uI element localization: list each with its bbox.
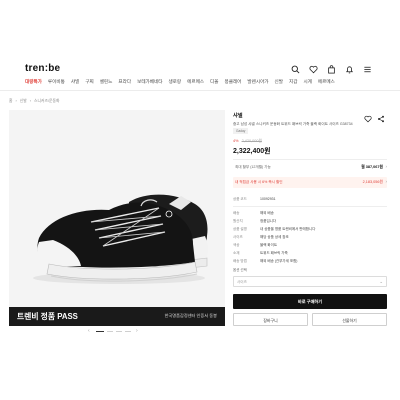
breadcrumb-item[interactable]: 홈	[9, 99, 13, 104]
points-label: 내 적립금 사용 시 6% 즉시 할인	[235, 180, 283, 184]
breadcrumb: 홈 › 신발 › 스니커즈/운동화	[9, 99, 60, 104]
original-price: 2,420,000원	[241, 139, 262, 143]
header-icons	[291, 65, 372, 74]
size-select-value: 사이즈	[237, 280, 247, 284]
brand-name[interactable]: 샤넬	[233, 112, 243, 119]
buy-now-label: 바로 구매하기	[297, 299, 323, 304]
price-discount: 4% 2,420,000원	[233, 139, 262, 144]
spec-key: 사이즈	[233, 235, 243, 239]
breadcrumb-item[interactable]: 신발	[20, 99, 27, 104]
nav-item[interactable]: 대량특가	[25, 79, 42, 85]
heart-icon[interactable]	[364, 110, 372, 123]
installment-label: 최대 할부 (12개월) 가능	[235, 165, 271, 169]
spec-row: 색상 블랙 화이트	[233, 243, 277, 248]
nav-item[interactable]: 에르메스	[318, 79, 335, 85]
spec-key: 상품 코드	[233, 197, 247, 201]
gift-label: 선물하기	[342, 318, 357, 323]
carousel-dot-active[interactable]	[96, 331, 104, 333]
category-nav: 대량특가 루이비통 샤넬 구찌 셀린느 프라다 보테가베네타 생로랑 에르메스 …	[25, 79, 335, 85]
search-icon[interactable]	[291, 65, 300, 74]
nav-item[interactable]: 시계	[303, 79, 311, 85]
product-title: 중고 남성 샤넬 스니커즈 운동화 트위드 패브릭 가죽 블랙 화이트 사이즈 …	[233, 122, 353, 126]
share-icon[interactable]	[377, 110, 385, 123]
spec-row: 상품 코드 10092931	[233, 197, 276, 202]
nav-item[interactable]: 프라다	[118, 79, 131, 85]
heart-icon[interactable]	[309, 65, 318, 74]
add-to-cart-button[interactable]: 장바구니	[233, 313, 308, 326]
spec-key: 상품 설명	[233, 227, 247, 231]
carousel-dot[interactable]	[107, 331, 113, 333]
points-row[interactable]: 내 적립금 사용 시 6% 즉시 할인 2,183,056원 ›	[233, 177, 387, 188]
banner-subtitle: 한국명품감정센터 인증서 동봉	[164, 313, 217, 318]
nav-item[interactable]: 지갑	[289, 79, 297, 85]
nav-item[interactable]: 디올	[210, 79, 218, 85]
installment-row[interactable]: 최대 할부 (12개월) 가능 월 387,067원 ›	[233, 162, 387, 173]
condition-badge: Gaday	[233, 128, 249, 134]
nav-item[interactable]: 몽클레어	[225, 79, 242, 85]
breadcrumb-item[interactable]: 스니커즈/운동화	[34, 99, 60, 104]
points-value: 2,183,056원	[362, 180, 383, 184]
nav-item[interactable]: 샤넬	[71, 79, 79, 85]
carousel-dot[interactable]	[125, 331, 131, 333]
chevron-down-icon: ⌄	[379, 279, 383, 284]
chevron-left-icon[interactable]: ‹	[88, 328, 90, 334]
spec-key: 색상	[233, 243, 240, 247]
size-select[interactable]: 사이즈 ⌄	[233, 276, 387, 287]
option-label: 옵션 선택	[233, 268, 247, 272]
product-image[interactable]	[9, 110, 225, 326]
spec-value: 트위드 패브릭 가죽	[260, 251, 288, 255]
cart-label: 장바구니	[263, 318, 278, 323]
spec-value: 블랙 화이트	[260, 243, 278, 247]
spec-row: 원산지 정품입니다	[233, 219, 276, 224]
bag-icon[interactable]	[327, 65, 336, 74]
spec-row: 배송 해외 배송	[233, 211, 274, 216]
nav-item[interactable]: 루이비통	[48, 79, 65, 85]
spec-row: 소재 트위드 패브릭 가죽	[233, 251, 288, 256]
spec-key: 배송	[233, 211, 240, 215]
nav-item[interactable]: 생로랑	[168, 79, 181, 85]
bell-icon[interactable]	[345, 65, 354, 74]
discount-rate: 4%	[233, 139, 239, 143]
nav-item[interactable]: 구찌	[85, 79, 93, 85]
spec-row: 상품 설명 내 상품을 명품 트렌비에서 판매합니다	[233, 227, 315, 232]
spec-row: 사이즈 해당 상품 상세 참조	[233, 235, 289, 240]
spec-key: 소재	[233, 251, 240, 255]
divider	[233, 159, 387, 160]
spec-row: 배송 방법 해외 배송 (관부가세 포함)	[233, 259, 297, 264]
spec-value: 해외 배송 (관부가세 포함)	[260, 259, 298, 263]
chevron-right-icon[interactable]: ›	[136, 328, 138, 334]
chevron-right-icon: ›	[385, 179, 387, 184]
spec-key: 원산지	[233, 219, 243, 223]
gift-button[interactable]: 선물하기	[312, 313, 387, 326]
chevron-right-icon: ›	[385, 164, 387, 169]
carousel-dot[interactable]	[116, 331, 122, 333]
nav-item[interactable]: 셀린느	[100, 79, 113, 85]
breadcrumb-separator: ›	[29, 99, 32, 103]
spec-value: 정품입니다	[260, 219, 277, 223]
divider	[233, 206, 387, 207]
nav-item[interactable]: 발렌시아가	[247, 79, 268, 85]
spec-value: 해당 상품 상세 참조	[260, 235, 289, 239]
nav-divider	[0, 90, 400, 91]
installment-value: 월 387,067원	[361, 165, 383, 169]
spec-value: 해외 배송	[260, 211, 274, 215]
nav-item[interactable]: 신발	[275, 79, 283, 85]
sneaker-illustration	[33, 194, 208, 284]
sale-price: 2,322,400원	[233, 148, 271, 155]
spec-key: 배송 방법	[233, 259, 247, 263]
authenticity-banner[interactable]: 트렌비 정품 PASS 한국명품감정센터 인증서 동봉	[9, 307, 225, 326]
site-logo[interactable]: tren:be	[25, 63, 60, 74]
nav-item[interactable]: 보테가베네타	[137, 79, 162, 85]
spec-value: 10092931	[260, 197, 276, 201]
menu-icon[interactable]	[363, 65, 372, 74]
carousel-indicator	[96, 331, 131, 333]
banner-title: 트렌비 정품 PASS	[17, 312, 78, 321]
spec-value: 내 상품을 명품 트렌비에서 판매합니다	[260, 227, 316, 231]
buy-now-button[interactable]: 바로 구매하기	[233, 294, 387, 309]
breadcrumb-separator: ›	[15, 99, 17, 103]
nav-item[interactable]: 에르메스	[187, 79, 204, 85]
